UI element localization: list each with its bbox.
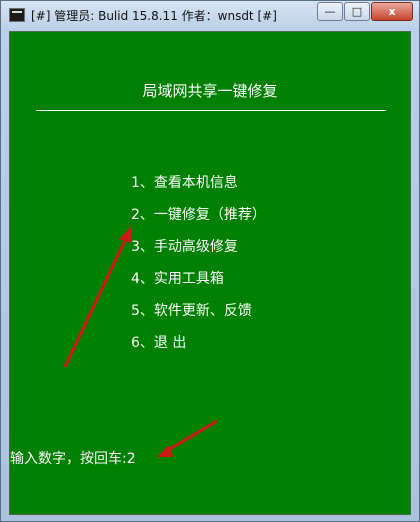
heading-divider [36, 110, 386, 111]
console-area[interactable]: 局域网共享一键修复 1、查看本机信息 2、一键修复（推荐） 3、手动高级修复 4… [9, 31, 411, 515]
input-prompt[interactable]: 输入数字，按回车:2 [10, 448, 136, 468]
console-app-icon [9, 8, 25, 22]
minimize-button[interactable]: — [317, 2, 343, 21]
menu-item-exit[interactable]: 6、退 出 [131, 332, 266, 364]
menu-item-toolbox[interactable]: 4、实用工具箱 [131, 268, 266, 300]
maximize-button[interactable]: □ [344, 2, 370, 21]
menu-item-update-feedback[interactable]: 5、软件更新、反馈 [131, 300, 266, 332]
menu-item-manual-repair[interactable]: 3、手动高级修复 [131, 236, 266, 268]
close-button[interactable]: x [371, 2, 413, 21]
console-window: [#] 管理员: Bulid 15.8.11 作者：wnsdt [#] — □ … [0, 0, 420, 522]
window-controls: — □ x [316, 2, 413, 21]
console-heading: 局域网共享一键修复 [142, 82, 278, 100]
menu-list: 1、查看本机信息 2、一键修复（推荐） 3、手动高级修复 4、实用工具箱 5、软… [131, 172, 266, 364]
menu-item-view-info[interactable]: 1、查看本机信息 [131, 172, 266, 204]
window-title: [#] 管理员: Bulid 15.8.11 作者：wnsdt [#] [31, 9, 277, 23]
title-bar[interactable]: [#] 管理员: Bulid 15.8.11 作者：wnsdt [#] — □ … [1, 1, 419, 29]
menu-item-one-click-repair[interactable]: 2、一键修复（推荐） [131, 204, 266, 236]
